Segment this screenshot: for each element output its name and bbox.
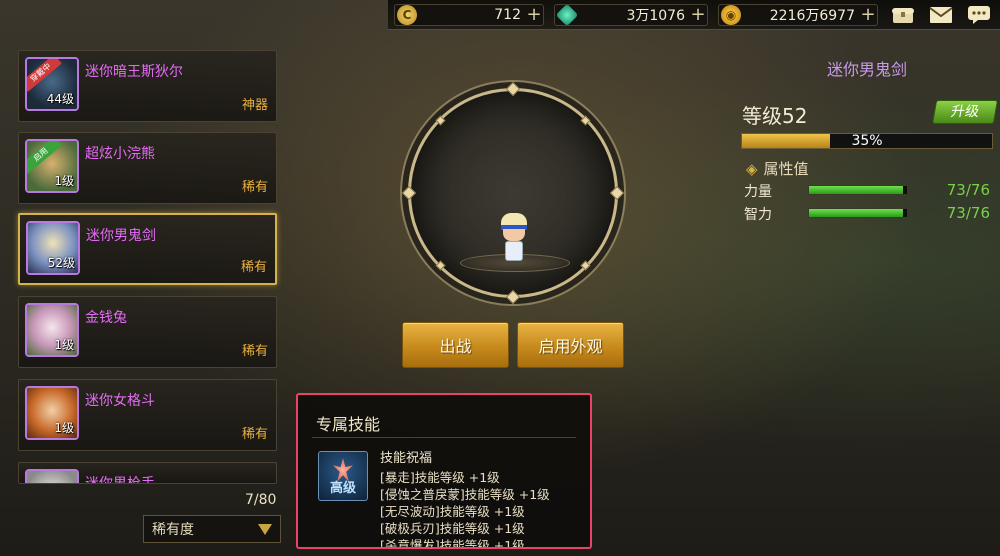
gem-icon	[555, 3, 579, 27]
item-rarity: 稀有	[241, 344, 268, 359]
attribute-name: 智力	[744, 207, 772, 223]
attribute-name: 力量	[744, 184, 772, 200]
chevron-down-icon	[258, 524, 272, 535]
hero-body	[505, 241, 523, 261]
rarity-sort-dropdown[interactable]: 稀有度	[143, 515, 281, 543]
list-item[interactable]: 穿戴中 44级 迷你暗王斯狄尔 神器	[18, 50, 277, 122]
diamond-bullet-icon: ◈	[746, 160, 758, 178]
skill-grade-badge: 高级	[329, 481, 356, 496]
sort-label: 稀有度	[152, 522, 194, 538]
enable-appearance-button[interactable]: 启用外观	[517, 322, 624, 368]
xp-percent-text: 35%	[851, 133, 883, 149]
attribute-header-label: 属性值	[763, 160, 809, 178]
skill-effect-list: [暴走]技能等级 +1级 [侵蚀之普戾蒙]技能等级 +1级 [无尽波动]技能等级…	[380, 469, 550, 549]
avatar-level: 1级	[54, 421, 74, 435]
avatar	[25, 469, 79, 483]
skill-effect-line: [破极兵刃]技能等级 +1级	[380, 521, 525, 536]
deploy-button[interactable]: 出战	[402, 322, 509, 368]
mail-icon[interactable]	[928, 3, 954, 27]
skill-name: 技能祝福	[380, 451, 433, 466]
coin-icon: C	[397, 5, 417, 25]
add-gold-button[interactable]: +	[859, 6, 877, 24]
resource-bar: C 712 + 3万1076 + ◉ 2216万6977 +	[388, 0, 1000, 30]
avatar-portrait	[27, 471, 77, 483]
list-item[interactable]: 启用 1级 超炫小浣熊 稀有	[18, 132, 277, 204]
avatar: 1级	[25, 303, 79, 357]
item-name: 迷你男枪手	[85, 476, 155, 484]
avatar: 1级	[25, 386, 79, 440]
item-rarity: 稀有	[241, 180, 268, 195]
upgrade-button[interactable]: 升级	[931, 100, 999, 124]
gem-value: 3万1076	[626, 8, 685, 24]
avatar: 启用 1级	[25, 139, 79, 193]
hero-model[interactable]	[497, 213, 531, 263]
attribute-value: 73/76	[946, 181, 990, 199]
list-item[interactable]: 1级 金钱兔 稀有	[18, 296, 277, 368]
skill-effect-line: [无尽波动]技能等级 +1级	[380, 504, 525, 519]
item-name: 迷你女格斗	[85, 393, 155, 409]
attribute-bar	[808, 208, 908, 218]
skill-effect-line: [杀意爆发]技能等级 +1级	[380, 538, 525, 549]
coin-value: 712	[494, 7, 521, 23]
divider	[312, 437, 576, 438]
hero-face	[503, 229, 525, 241]
coin-counter: C 712 +	[394, 4, 544, 26]
list-item-selected[interactable]: 52级 迷你男鬼剑 稀有	[18, 213, 277, 285]
gem-counter: 3万1076 +	[554, 3, 708, 27]
attribute-header: ◈ 属性值	[746, 158, 809, 179]
gold-icon: ◉	[721, 5, 741, 25]
list-item[interactable]: 迷你男枪手	[18, 462, 277, 484]
list-item[interactable]: 1级 迷你女格斗 稀有	[18, 379, 277, 451]
collection-count: 7/80	[245, 492, 277, 508]
skill-effect-line: [侵蚀之普戾蒙]技能等级 +1级	[380, 487, 550, 502]
avatar-level: 1级	[54, 338, 74, 352]
item-name: 超炫小浣熊	[85, 146, 155, 162]
attribute-row-intelligence: 智力 73/76	[744, 204, 994, 223]
attribute-value: 73/76	[946, 204, 990, 222]
skill-panel-title: 专属技能	[316, 415, 381, 434]
xp-progress-bar: 35%	[741, 133, 993, 149]
skill-blessing-icon[interactable]: 高级	[318, 451, 368, 501]
item-rarity: 稀有	[241, 427, 268, 442]
hero-name-title: 迷你男鬼剑	[826, 60, 907, 79]
gold-counter: ◉ 2216万6977 +	[718, 4, 878, 26]
item-name: 金钱兔	[85, 310, 127, 326]
avatar-level: 52级	[47, 256, 75, 270]
treasure-chest-icon[interactable]	[890, 3, 916, 27]
avatar-level: 1级	[54, 174, 74, 188]
avatar-level: 44级	[46, 92, 74, 106]
level-label: 等级52	[742, 104, 808, 128]
item-rarity: 神器	[241, 98, 268, 113]
item-name: 迷你男鬼剑	[86, 228, 156, 244]
add-gem-button[interactable]: +	[689, 6, 707, 24]
avatar: 穿戴中 44级	[25, 57, 79, 111]
attribute-row-strength: 力量 73/76	[744, 181, 994, 200]
gold-value: 2216万6977	[769, 8, 855, 24]
add-coin-button[interactable]: +	[525, 6, 543, 24]
attribute-bar-fill	[809, 209, 904, 217]
skill-effect-line: [暴走]技能等级 +1级	[380, 470, 500, 485]
item-rarity: 稀有	[240, 260, 267, 275]
attribute-bar	[808, 185, 908, 195]
item-name: 迷你暗王斯狄尔	[85, 64, 183, 80]
avatar: 52级	[26, 221, 80, 275]
chat-icon[interactable]	[966, 3, 992, 27]
exclusive-skill-panel: 专属技能 高级 技能祝福 [暴走]技能等级 +1级 [侵蚀之普戾蒙]技能等级 +…	[296, 393, 592, 549]
attribute-bar-fill	[809, 186, 904, 194]
